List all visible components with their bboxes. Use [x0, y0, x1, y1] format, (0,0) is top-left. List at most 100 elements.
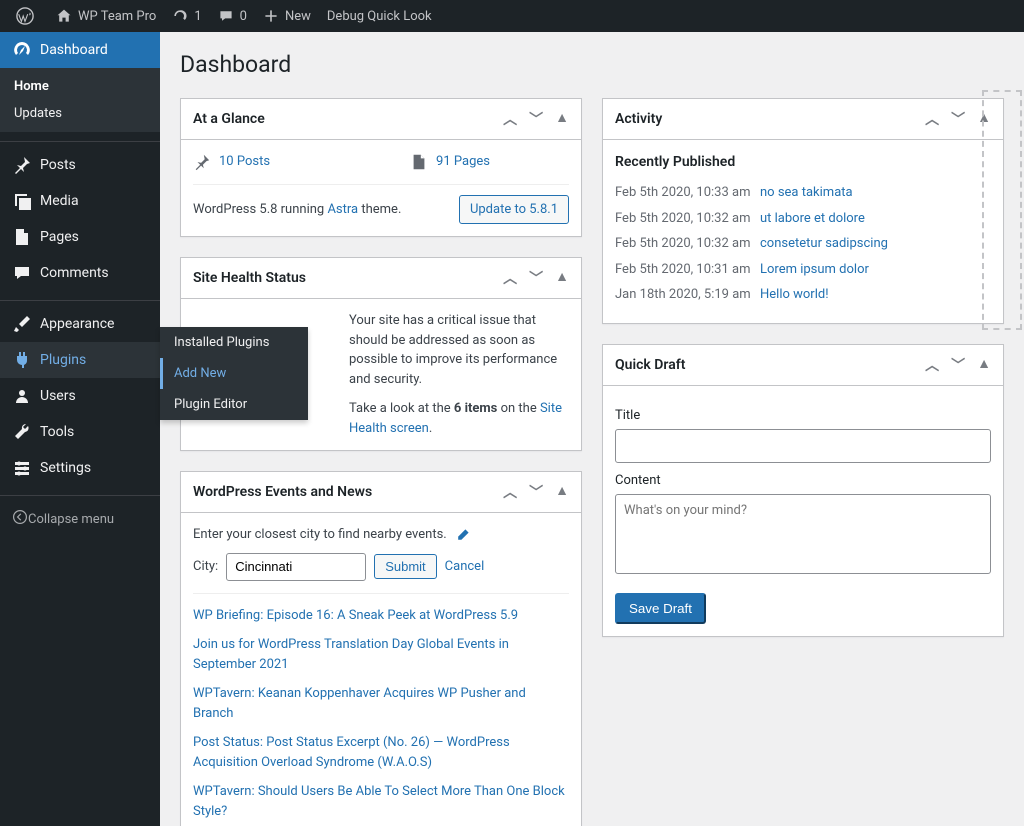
- admin-menu: Dashboard Home Updates Posts Media Pages…: [0, 32, 160, 826]
- menu-settings-label: Settings: [40, 460, 91, 476]
- draft-content-label: Content: [615, 471, 991, 491]
- move-up-icon[interactable]: ︿: [503, 268, 517, 288]
- activity-timestamp: Jan 18th 2020, 5:19 am: [615, 285, 760, 305]
- flyout-add-new[interactable]: Add New: [160, 358, 308, 389]
- new-content[interactable]: New: [255, 0, 319, 32]
- move-down-icon[interactable]: ﹀: [529, 482, 543, 502]
- settings-icon: [12, 458, 32, 478]
- activity-post-link[interactable]: ut labore et dolore: [760, 209, 865, 229]
- theme-link[interactable]: Astra: [327, 202, 358, 217]
- city-input[interactable]: [226, 553, 366, 581]
- menu-settings[interactable]: Settings: [0, 450, 160, 486]
- edit-icon[interactable]: [455, 527, 471, 543]
- site-name[interactable]: WP Team Pro: [48, 0, 164, 32]
- menu-appearance[interactable]: Appearance: [0, 306, 160, 342]
- activity-post-link[interactable]: Hello world!: [760, 285, 829, 305]
- activity-subheading: Recently Published: [615, 152, 991, 173]
- menu-posts-label: Posts: [40, 157, 76, 173]
- wrench-icon: [12, 422, 32, 442]
- widget-heading: Site Health Status: [193, 270, 306, 286]
- move-down-icon[interactable]: ﹀: [529, 268, 543, 288]
- activity-post-link[interactable]: no sea takimata: [760, 183, 853, 203]
- submenu-updates[interactable]: Updates: [0, 100, 160, 127]
- collapse-label: Collapse menu: [28, 512, 114, 527]
- pin-icon: [12, 155, 32, 175]
- flyout-installed-plugins[interactable]: Installed Plugins: [160, 327, 308, 358]
- menu-plugins[interactable]: Plugins: [0, 342, 160, 378]
- toggle-icon[interactable]: ▲: [555, 268, 569, 288]
- update-count: 1: [194, 9, 201, 24]
- menu-media[interactable]: Media: [0, 183, 160, 219]
- move-down-icon[interactable]: ﹀: [951, 355, 965, 375]
- widget-heading: Activity: [615, 111, 662, 127]
- refresh-icon: [172, 8, 188, 24]
- comment-icon: [218, 8, 234, 24]
- widget-quick-draft: Quick Draft ︿ ﹀ ▲ Title Content Save Dra…: [602, 344, 1004, 637]
- pages-count-link[interactable]: 91 Pages: [436, 152, 490, 172]
- news-item-link[interactable]: WP Briefing: Episode 16: A Sneak Peek at…: [193, 608, 518, 623]
- move-down-icon[interactable]: ﹀: [951, 109, 965, 129]
- health-critical-text: Your site has a critical issue that shou…: [349, 311, 569, 389]
- widget-activity: Activity ︿ ﹀ ▲ Recently Published Feb 5t…: [602, 98, 1004, 324]
- update-wp-button[interactable]: Update to 5.8.1: [459, 195, 569, 225]
- submit-button[interactable]: Submit: [374, 554, 436, 579]
- collapse-menu[interactable]: Collapse menu: [0, 501, 160, 537]
- widget-events-news: WordPress Events and News ︿ ﹀ ▲ Enter yo…: [180, 471, 582, 826]
- activity-timestamp: Feb 5th 2020, 10:32 am: [615, 209, 760, 229]
- flyout-plugin-editor[interactable]: Plugin Editor: [160, 389, 308, 420]
- activity-timestamp: Feb 5th 2020, 10:32 am: [615, 234, 760, 254]
- draft-title-input[interactable]: [615, 429, 991, 463]
- news-item-link[interactable]: WPTavern: Should Users Be Able To Select…: [193, 784, 565, 819]
- comment-icon: [12, 263, 32, 283]
- draft-content-input[interactable]: [615, 494, 991, 574]
- toggle-icon[interactable]: ▲: [555, 109, 569, 129]
- comments[interactable]: 0: [210, 0, 255, 32]
- menu-comments-label: Comments: [40, 265, 109, 281]
- news-item-link[interactable]: WPTavern: Keanan Koppenhaver Acquires WP…: [193, 686, 526, 721]
- menu-pages[interactable]: Pages: [0, 219, 160, 255]
- posts-count-link[interactable]: 10 Posts: [219, 152, 270, 172]
- wp-logo[interactable]: [8, 0, 48, 32]
- updates[interactable]: 1: [164, 0, 209, 32]
- cancel-link[interactable]: Cancel: [445, 557, 485, 577]
- page-icon: [12, 227, 32, 247]
- move-up-icon[interactable]: ︿: [503, 109, 517, 129]
- news-item-link[interactable]: Join us for WordPress Translation Day Gl…: [193, 637, 509, 672]
- activity-entry: Feb 5th 2020, 10:31 amLorem ipsum dolor: [615, 260, 991, 280]
- menu-dashboard[interactable]: Dashboard: [0, 32, 160, 68]
- menu-dashboard-label: Dashboard: [40, 42, 108, 58]
- widget-heading: WordPress Events and News: [193, 484, 372, 500]
- activity-post-link[interactable]: Lorem ipsum dolor: [760, 260, 869, 280]
- separator: [0, 491, 160, 496]
- menu-appearance-label: Appearance: [40, 316, 114, 332]
- menu-media-label: Media: [40, 193, 79, 209]
- activity-entry: Feb 5th 2020, 10:33 amno sea takimata: [615, 183, 991, 203]
- comments-count: 0: [240, 9, 247, 24]
- events-prompt: Enter your closest city to find nearby e…: [193, 525, 447, 545]
- draft-title-label: Title: [615, 406, 991, 426]
- move-up-icon[interactable]: ︿: [925, 355, 939, 375]
- menu-posts[interactable]: Posts: [0, 147, 160, 183]
- submenu-home[interactable]: Home: [0, 73, 160, 100]
- debug-quick-look[interactable]: Debug Quick Look: [319, 0, 440, 32]
- news-item-link[interactable]: Post Status: Post Status Excerpt (No. 26…: [193, 735, 510, 770]
- city-label: City:: [193, 557, 218, 577]
- toggle-icon[interactable]: ▲: [977, 355, 991, 375]
- menu-plugins-label: Plugins: [40, 352, 86, 368]
- menu-users[interactable]: Users: [0, 378, 160, 414]
- menu-comments[interactable]: Comments: [0, 255, 160, 291]
- pin-icon: [193, 153, 211, 171]
- save-draft-button[interactable]: Save Draft: [615, 593, 706, 624]
- move-up-icon[interactable]: ︿: [503, 482, 517, 502]
- activity-post-link[interactable]: consetetur sadipscing: [760, 234, 888, 254]
- wordpress-icon: [16, 7, 34, 25]
- toggle-icon[interactable]: ▲: [555, 482, 569, 502]
- move-down-icon[interactable]: ﹀: [529, 109, 543, 129]
- debug-label: Debug Quick Look: [327, 9, 432, 24]
- plugins-flyout: Installed Plugins Add New Plugin Editor: [160, 327, 308, 420]
- move-up-icon[interactable]: ︿: [925, 109, 939, 129]
- empty-drop-zone[interactable]: [982, 90, 1022, 330]
- page-icon: [410, 153, 428, 171]
- plugin-icon: [12, 350, 32, 370]
- menu-tools[interactable]: Tools: [0, 414, 160, 450]
